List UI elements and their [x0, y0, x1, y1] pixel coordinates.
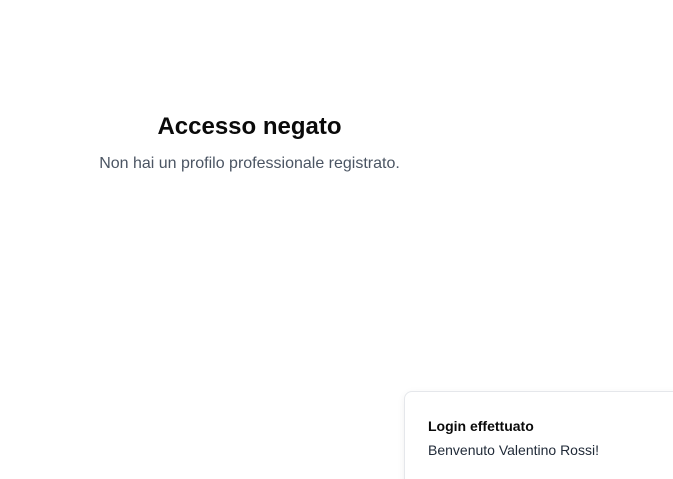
access-denied-message: Non hai un profilo professionale registr…	[99, 155, 400, 172]
access-denied-panel: Accesso negato Non hai un profilo profes…	[0, 110, 499, 176]
toast-notification[interactable]: Login effettuato Benvenuto Valentino Ros…	[404, 391, 673, 479]
page-title: Accesso negato	[157, 113, 342, 140]
toast-title: Login effettuato	[428, 418, 534, 434]
page: Accesso negato Non hai un profilo profes…	[0, 0, 673, 479]
toast-description: Benvenuto Valentino Rossi!	[428, 442, 599, 458]
